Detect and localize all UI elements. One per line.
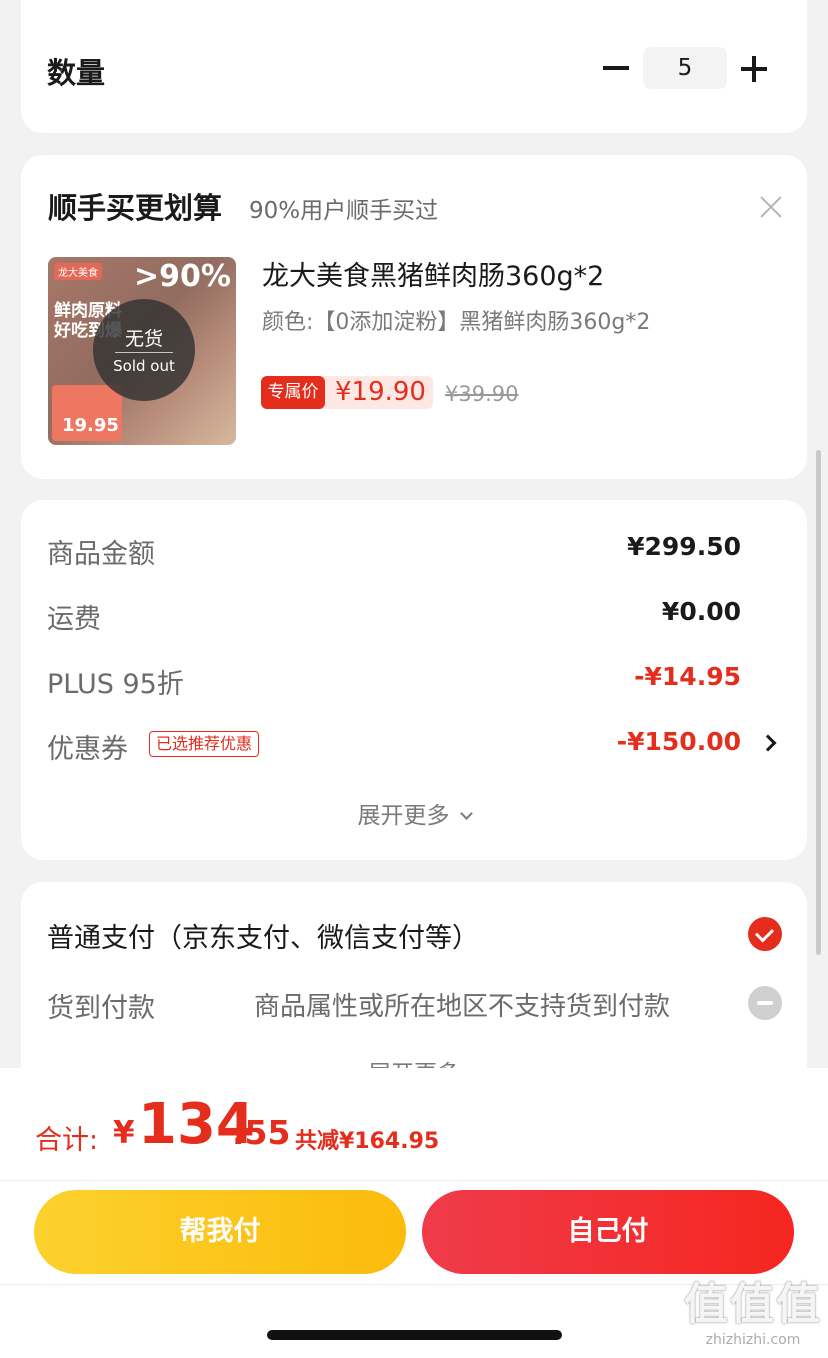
soldout-text-cn: 无货 xyxy=(124,328,163,350)
quantity-label: 数量 xyxy=(47,56,106,90)
product-original-price: ¥39.90 xyxy=(445,382,519,406)
summary-expand-more[interactable]: 展开更多 xyxy=(21,796,807,830)
check-icon[interactable] xyxy=(748,917,782,951)
product-spec: 颜色:【0添加淀粉】黑猪鲜肉肠360g*2 xyxy=(262,310,651,335)
pay-myself-button[interactable]: 自己付 xyxy=(422,1190,794,1274)
product-name[interactable]: 龙大美食黑猪鲜肉肠360g*2 xyxy=(262,254,604,293)
close-icon[interactable] xyxy=(759,195,783,219)
summary-row-plus-discount: PLUS 95折 -¥14.95 xyxy=(47,662,741,700)
quantity-card: 数量 5 xyxy=(21,0,807,133)
summary-label: 运费 xyxy=(47,604,101,635)
summary-row-goods: 商品金额 ¥299.50 xyxy=(47,532,741,570)
payment-option-normal[interactable]: 普通支付（京东支付、微信支付等） xyxy=(47,916,479,955)
home-indicator[interactable] xyxy=(267,1330,562,1340)
soldout-badge: 无货 Sold out xyxy=(93,299,195,401)
disabled-minus-icon xyxy=(748,986,782,1020)
product-price: ¥19.90 xyxy=(335,377,426,407)
total-currency: ¥ xyxy=(113,1115,135,1151)
soldout-divider xyxy=(115,352,173,353)
divider xyxy=(0,1180,828,1181)
summary-row-coupon[interactable]: 优惠券 已选推荐优惠 -¥150.00 xyxy=(47,727,741,765)
exclusive-price-tag: 专属价 xyxy=(261,376,325,409)
summary-label: PLUS 95折 xyxy=(47,669,184,700)
scrollbar[interactable] xyxy=(816,450,821,955)
total-label: 合计: xyxy=(35,1125,99,1156)
summary-row-shipping: 运费 ¥0.00 xyxy=(47,597,741,635)
chevron-right-icon[interactable] xyxy=(759,734,777,752)
summary-value: -¥14.95 xyxy=(634,662,741,691)
order-summary-card: 商品金额 ¥299.50 运费 ¥0.00 PLUS 95折 -¥14.95 优… xyxy=(21,500,807,860)
coupon-badge: 已选推荐优惠 xyxy=(149,731,260,757)
chevron-down-icon xyxy=(459,807,473,820)
summary-value: ¥0.00 xyxy=(661,597,741,626)
product-price-box: 专属价 ¥19.90 xyxy=(261,376,433,409)
checkout-bar: 合计: ¥ 134 .55 共减¥164.95 帮我付 自己付 值值值 zhiz… xyxy=(0,1068,828,1358)
soldout-text-en: Sold out xyxy=(113,357,175,375)
quantity-decrease-button[interactable] xyxy=(603,66,629,70)
summary-label: 商品金额 xyxy=(47,539,155,570)
summary-value: -¥150.00 xyxy=(616,727,741,756)
payment-option-cod-note: 商品属性或所在地区不支持货到付款 xyxy=(254,992,671,1022)
product-image[interactable]: 龙大美食 >90% 鲜肉原料 好吃到爆 19.95 无货 Sold out xyxy=(48,257,236,445)
quantity-input[interactable]: 5 xyxy=(643,47,727,89)
addon-title: 顺手买更划算 xyxy=(48,191,223,225)
summary-value: ¥299.50 xyxy=(627,532,741,561)
total-amount-decimal: .55 xyxy=(232,1113,291,1152)
addon-card: 顺手买更划算 90%用户顺手买过 龙大美食 >90% 鲜肉原料 好吃到爆 19.… xyxy=(21,155,807,479)
payment-option-cod: 货到付款 xyxy=(47,993,155,1024)
total-saved: 共减¥164.95 xyxy=(295,1129,440,1154)
watermark-logo: 值值值 zhizhizhi.com xyxy=(684,1279,822,1348)
addon-subtitle: 90%用户顺手买过 xyxy=(249,198,439,224)
quantity-increase-button[interactable] xyxy=(741,56,767,82)
help-me-pay-button[interactable]: 帮我付 xyxy=(34,1190,406,1274)
summary-label: 优惠券 xyxy=(47,734,128,765)
